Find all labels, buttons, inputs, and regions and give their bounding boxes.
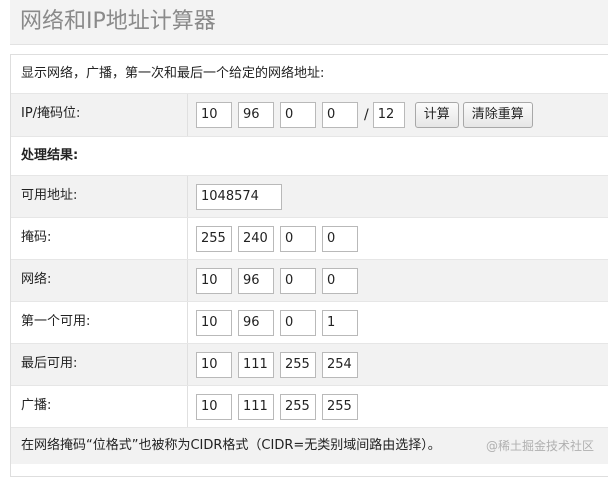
ip-octet-3-input[interactable] — [280, 102, 316, 128]
ip-mask-label: IP/掩码位: — [21, 106, 81, 121]
calculate-button[interactable]: 计算 — [414, 102, 459, 128]
network-label: 网络: — [21, 272, 52, 287]
last-usable-octet-4[interactable] — [322, 351, 358, 378]
mask-row: 掩码: — [11, 218, 608, 260]
reset-button[interactable]: 清除重算 — [462, 102, 533, 128]
watermark: @稀土掘金技术社区 — [485, 439, 594, 453]
description-text: 显示网络，广播，第一次和最后一个给定的网络地址: — [21, 66, 325, 81]
mask-octet-2[interactable] — [238, 225, 274, 252]
usable-count-label: 可用地址: — [21, 188, 78, 203]
broadcast-octet-1[interactable] — [196, 393, 232, 420]
results-heading: 处理结果: — [11, 137, 608, 176]
mask-octet-1[interactable] — [196, 225, 232, 252]
first-usable-octet-4[interactable] — [322, 309, 358, 336]
ip-octet-4-input[interactable] — [322, 102, 358, 128]
usable-count-field[interactable] — [196, 183, 282, 210]
broadcast-octet-3[interactable] — [280, 393, 316, 420]
network-row: 网络: — [11, 260, 608, 302]
broadcast-row: 广播: — [11, 386, 608, 428]
first-usable-row: 第一个可用: — [11, 302, 608, 344]
network-octet-3[interactable] — [280, 267, 316, 294]
network-octet-1[interactable] — [196, 267, 232, 294]
last-usable-octet-2[interactable] — [238, 351, 274, 378]
network-octet-2[interactable] — [238, 267, 274, 294]
mask-label: 掩码: — [21, 230, 52, 245]
network-octet-4[interactable] — [322, 267, 358, 294]
last-usable-octet-3[interactable] — [280, 351, 316, 378]
ip-octet-1-input[interactable] — [196, 102, 232, 128]
last-usable-label: 最后可用: — [21, 356, 78, 371]
description-row: 显示网络，广播，第一次和最后一个给定的网络地址: — [11, 55, 608, 94]
first-usable-octet-2[interactable] — [238, 309, 274, 336]
page-title: 网络和IP地址计算器 — [10, 0, 608, 45]
last-usable-octet-1[interactable] — [196, 351, 232, 378]
broadcast-label: 广播: — [21, 398, 52, 413]
calculator-panel: 显示网络，广播，第一次和最后一个给定的网络地址: IP/掩码位: / 计算 清除… — [10, 54, 608, 477]
slash-separator: / — [364, 107, 369, 123]
last-usable-row: 最后可用: — [11, 344, 608, 386]
mask-bits-input[interactable] — [372, 102, 405, 128]
footer-note-row: 在网络掩码“位格式”也被称为CIDR格式（CIDR=无类别域间路由选择）。 @稀… — [11, 428, 608, 464]
first-usable-label: 第一个可用: — [21, 314, 91, 329]
footer-note: 在网络掩码“位格式”也被称为CIDR格式（CIDR=无类别域间路由选择）。 — [21, 438, 441, 453]
usable-count-row: 可用地址: — [11, 176, 608, 218]
ip-octet-2-input[interactable] — [238, 102, 274, 128]
ip-mask-row: IP/掩码位: / 计算 清除重算 — [11, 94, 608, 137]
broadcast-octet-2[interactable] — [238, 393, 274, 420]
broadcast-octet-4[interactable] — [322, 393, 358, 420]
first-usable-octet-3[interactable] — [280, 309, 316, 336]
mask-octet-3[interactable] — [280, 225, 316, 252]
mask-octet-4[interactable] — [322, 225, 358, 252]
first-usable-octet-1[interactable] — [196, 309, 232, 336]
